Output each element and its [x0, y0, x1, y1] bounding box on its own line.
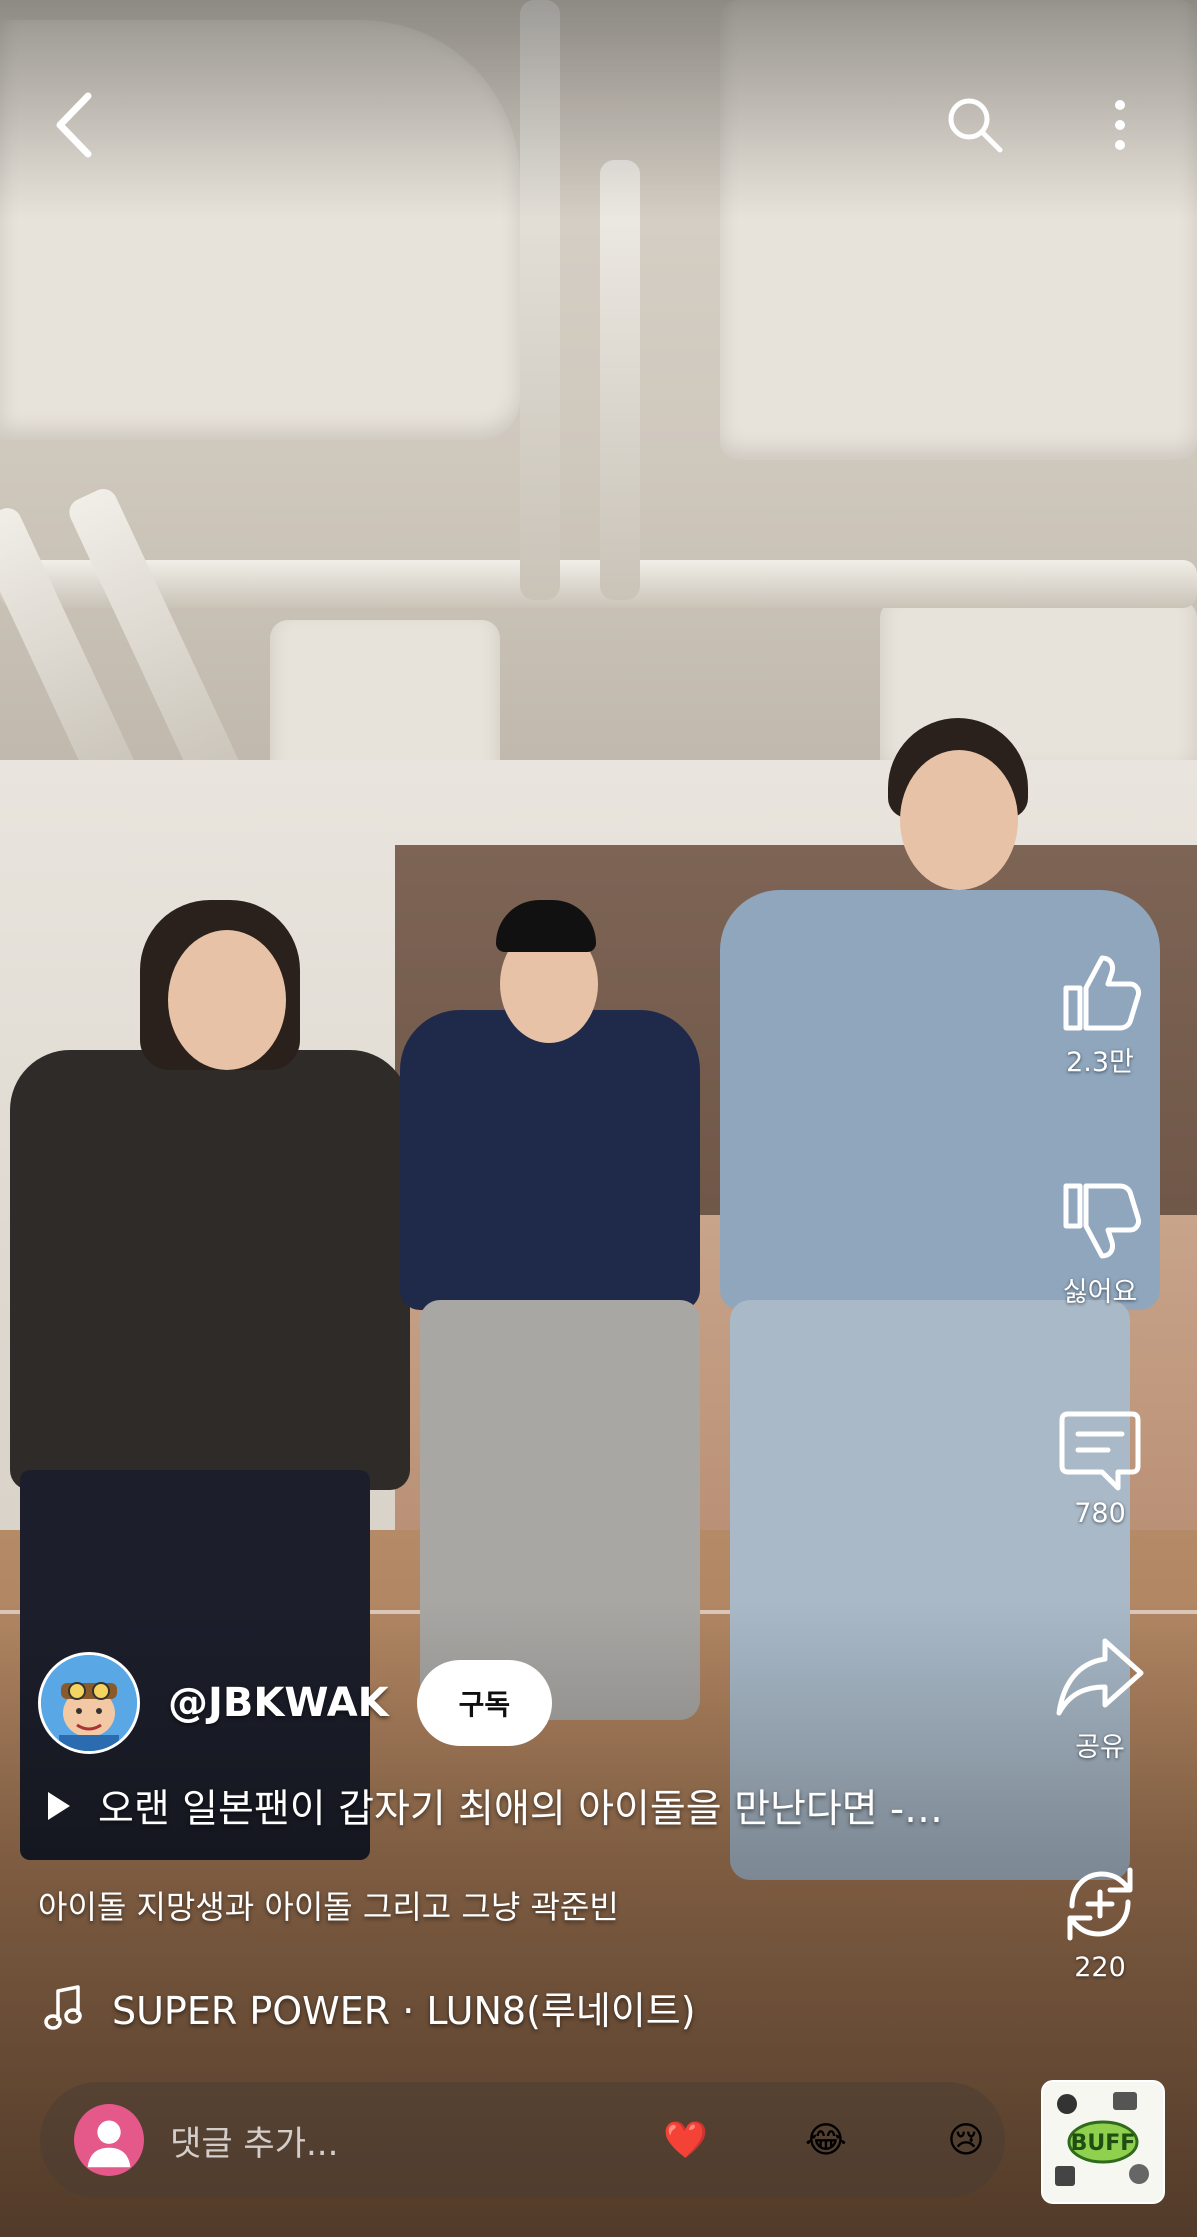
channel-row: @JBKWAK 구독 — [38, 1652, 553, 1754]
reaction-cry[interactable]: 😢 — [927, 2120, 1005, 2161]
ceiling-pipe — [0, 560, 1197, 608]
comment-count: 780 — [1074, 1498, 1126, 1529]
back-arrow-icon — [56, 92, 92, 158]
video-title-row[interactable]: 오랜 일본팬이 갑자기 최애의 아이돌을 만난다면 -… — [46, 1778, 976, 1834]
dancer-left-head — [168, 930, 286, 1070]
cartoon-avatar-icon — [41, 1655, 137, 1751]
top-gradient — [0, 0, 1197, 220]
dancer-left — [10, 1050, 410, 1490]
more-vertical-icon — [1115, 100, 1125, 150]
thumb-up-icon — [1063, 955, 1141, 1031]
remix-icon — [1067, 1867, 1133, 1941]
share-button[interactable]: 공유 — [1040, 1635, 1160, 1764]
like-count: 2.3만 — [1066, 1047, 1134, 1078]
comments-button[interactable]: 780 — [1040, 1408, 1160, 1529]
back-button[interactable] — [40, 80, 110, 170]
play-icon — [48, 1792, 70, 1820]
search-icon — [948, 98, 1003, 153]
search-button[interactable] — [940, 85, 1010, 165]
music-track: SUPER POWER · LUN8(루네이트) — [112, 1989, 696, 2033]
share-icon — [1056, 1638, 1144, 1716]
dancer-middle — [400, 1010, 700, 1310]
sticker-collage-icon: BUFF — [1043, 2082, 1163, 2202]
reaction-laugh[interactable]: 😂 — [787, 2120, 865, 2161]
remix-button[interactable]: 220 — [1040, 1862, 1160, 1983]
svg-text:BUFF: BUFF — [1071, 2131, 1136, 2156]
more-options-button[interactable] — [1092, 85, 1148, 165]
channel-avatar[interactable] — [38, 1652, 140, 1754]
music-note-icon — [44, 1984, 82, 2030]
video-description[interactable]: 아이돌 지망생과 아이돌 그리고 그냥 곽준빈 — [38, 1882, 619, 1928]
channel-handle[interactable]: @JBKWAK — [168, 1680, 389, 1726]
ceiling-pipe — [600, 160, 640, 600]
comment-bar[interactable]: 댓글 추가... ❤️ 😂 😢 — [40, 2082, 1005, 2198]
person-icon — [87, 2120, 131, 2168]
comment-icon — [1059, 1411, 1141, 1491]
subscribe-button[interactable]: 구독 — [416, 1660, 553, 1746]
dislike-label: 싫어요 — [1062, 1277, 1138, 1308]
user-avatar — [74, 2104, 145, 2176]
video-title[interactable]: 오랜 일본팬이 갑자기 최애의 아이돌을 만난다면 -… — [98, 1778, 943, 1834]
sound-thumbnail[interactable]: BUFF — [1041, 2080, 1165, 2204]
share-label: 공유 — [1075, 1732, 1125, 1763]
like-button[interactable]: 2.3만 — [1040, 950, 1160, 1079]
thumb-down-icon — [1063, 1183, 1141, 1259]
dislike-button[interactable]: 싫어요 — [1040, 1180, 1160, 1309]
remix-count: 220 — [1074, 1952, 1126, 1983]
comment-input[interactable]: 댓글 추가... — [170, 2116, 559, 2165]
dancer-right-head — [900, 750, 1018, 890]
reaction-heart[interactable]: ❤️ — [647, 2119, 725, 2161]
music-row[interactable]: SUPER POWER · LUN8(루네이트) — [44, 1980, 696, 2035]
